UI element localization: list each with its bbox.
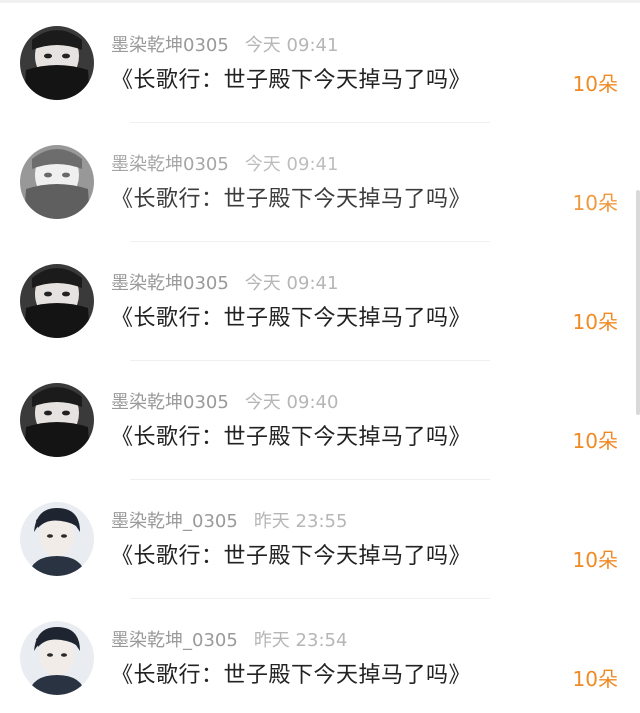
record-meta: 墨染乾坤0305 今天 09:41: [111, 34, 338, 58]
book-title[interactable]: 《长歌行：世子殿下今天掉马了吗》: [111, 542, 471, 572]
record-meta: 墨染乾坤_0305 昨天 23:55: [111, 510, 347, 534]
username[interactable]: 墨染乾坤_0305: [111, 630, 238, 651]
timestamp: 今天 09:40: [244, 392, 339, 413]
book-title[interactable]: 《长歌行：世子殿下今天掉马了吗》: [111, 423, 471, 453]
record-meta: 墨染乾坤_0305 昨天 23:54: [111, 629, 347, 653]
book-title[interactable]: 《长歌行：世子殿下今天掉马了吗》: [111, 304, 471, 334]
masked-man-avatar[interactable]: [20, 264, 94, 338]
list-item[interactable]: 墨染乾坤_0305 昨天 23:54 《长歌行：世子殿下今天掉马了吗》 10朵: [0, 595, 640, 713]
record-meta: 墨染乾坤0305 今天 09:41: [111, 153, 338, 177]
timestamp: 今天 09:41: [244, 35, 339, 56]
flower-amount: 10朵: [572, 72, 618, 96]
timestamp: 昨天 23:55: [253, 511, 348, 532]
list-item[interactable]: 墨染乾坤0305 今天 09:41 《长歌行：世子殿下今天掉马了吗》 10朵: [0, 119, 640, 242]
flower-amount: 10朵: [572, 667, 618, 691]
list-item[interactable]: 墨染乾坤0305 今天 09:41 《长歌行：世子殿下今天掉马了吗》 10朵: [0, 0, 640, 123]
gift-record-list: 墨染乾坤0305 今天 09:41 《长歌行：世子殿下今天掉马了吗》 10朵 墨染…: [0, 0, 640, 700]
timestamp: 今天 09:41: [244, 273, 339, 294]
masked-man-avatar[interactable]: [20, 383, 94, 457]
timestamp: 今天 09:41: [244, 154, 339, 175]
username[interactable]: 墨染乾坤0305: [111, 273, 229, 294]
flower-amount: 10朵: [572, 548, 618, 572]
list-item[interactable]: 墨染乾坤_0305 昨天 23:55 《长歌行：世子殿下今天掉马了吗》 10朵: [0, 476, 640, 599]
masked-man-avatar[interactable]: [20, 145, 94, 219]
flower-amount: 10朵: [572, 310, 618, 334]
scrollbar[interactable]: [636, 190, 640, 415]
list-item[interactable]: 墨染乾坤0305 今天 09:41 《长歌行：世子殿下今天掉马了吗》 10朵: [0, 238, 640, 361]
username[interactable]: 墨染乾坤0305: [111, 392, 229, 413]
username[interactable]: 墨染乾坤0305: [111, 154, 229, 175]
username[interactable]: 墨染乾坤0305: [111, 35, 229, 56]
flower-amount: 10朵: [572, 429, 618, 453]
record-meta: 墨染乾坤0305 今天 09:40: [111, 391, 338, 415]
book-title[interactable]: 《长歌行：世子殿下今天掉马了吗》: [111, 66, 471, 96]
book-title[interactable]: 《长歌行：世子殿下今天掉马了吗》: [111, 661, 471, 691]
young-man-avatar[interactable]: [20, 502, 94, 576]
flower-amount: 10朵: [572, 191, 618, 215]
timestamp: 昨天 23:54: [253, 630, 348, 651]
username[interactable]: 墨染乾坤_0305: [111, 511, 238, 532]
book-title[interactable]: 《长歌行：世子殿下今天掉马了吗》: [111, 185, 471, 215]
record-meta: 墨染乾坤0305 今天 09:41: [111, 272, 338, 296]
young-man-avatar[interactable]: [20, 621, 94, 695]
list-item[interactable]: 墨染乾坤0305 今天 09:40 《长歌行：世子殿下今天掉马了吗》 10朵: [0, 357, 640, 480]
masked-man-avatar[interactable]: [20, 26, 94, 100]
